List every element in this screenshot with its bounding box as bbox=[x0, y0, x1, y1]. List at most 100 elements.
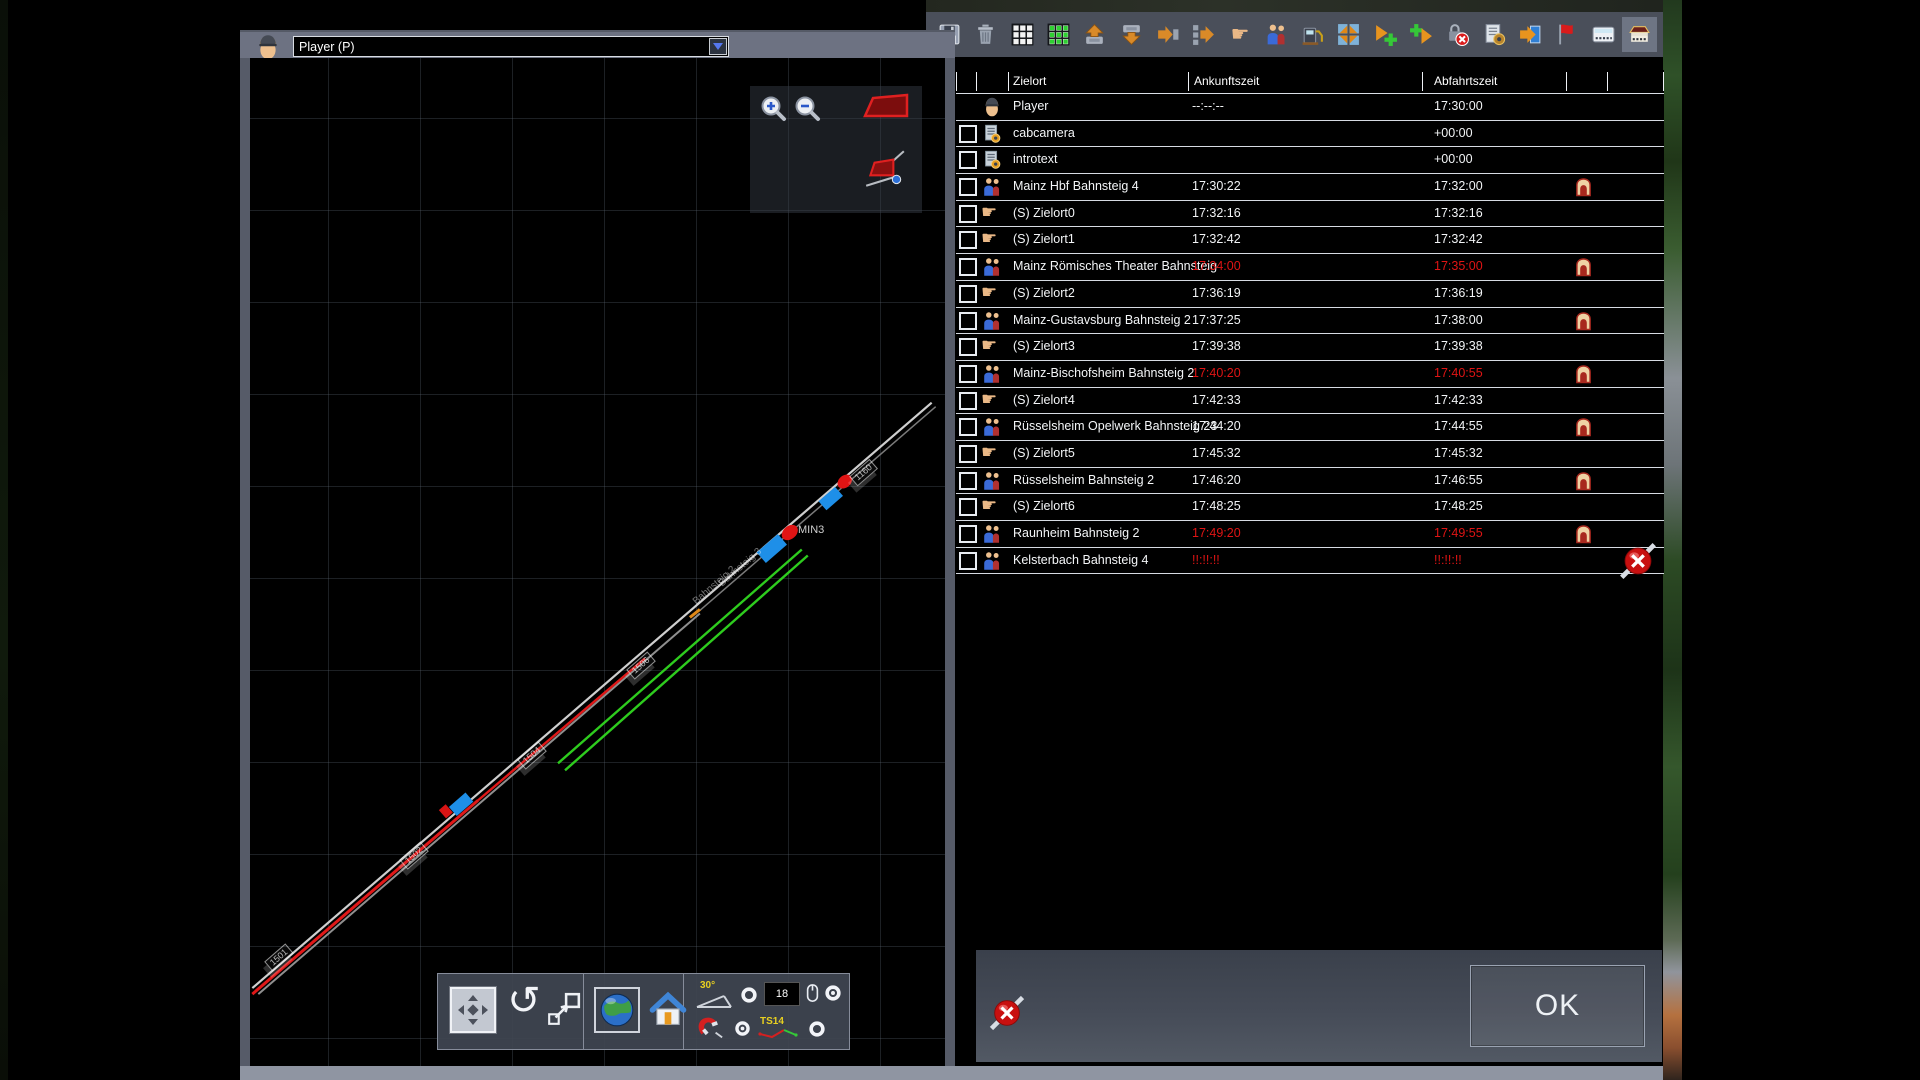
destination-label: introtext bbox=[1013, 147, 1057, 172]
bottom-bar: OK bbox=[976, 950, 1662, 1062]
timetable-row[interactable]: Mainz-Bischofsheim Bahnsteig 217:40:2017… bbox=[956, 361, 1664, 388]
destination-label: Raunheim Bahnsteig 2 bbox=[1013, 521, 1139, 546]
select-hand-icon[interactable]: ☛ bbox=[1227, 21, 1254, 48]
departure-time: 17:30:00 bbox=[1434, 94, 1483, 119]
arrival-time: 17:48:25 bbox=[1192, 494, 1241, 519]
pan-tool-button[interactable] bbox=[450, 987, 496, 1033]
delete-icon[interactable] bbox=[972, 21, 999, 48]
destination-label: (S) Zielort1 bbox=[1013, 227, 1075, 252]
home-view-button[interactable] bbox=[648, 990, 688, 1030]
row-checkbox[interactable] bbox=[959, 365, 977, 383]
departure-time: 17:48:25 bbox=[1434, 494, 1483, 519]
abort-icon[interactable] bbox=[986, 992, 1028, 1034]
timetable-row[interactable]: Kelsterbach Bahnsteig 4!!:!!:!!!!:!!:!! bbox=[956, 548, 1664, 575]
row-checkbox[interactable] bbox=[959, 552, 977, 570]
globe-view-button[interactable] bbox=[594, 987, 640, 1033]
timetable-row[interactable]: Mainz Römisches Theater Bahnsteig17:34:0… bbox=[956, 254, 1664, 281]
add-driver-icon[interactable] bbox=[1372, 21, 1399, 48]
insert-after-icon[interactable] bbox=[1154, 21, 1181, 48]
row-checkbox[interactable] bbox=[959, 205, 977, 223]
invalid-stop-icon[interactable] bbox=[1616, 539, 1660, 583]
waypoint-hand-icon: ☛ bbox=[981, 229, 1003, 251]
row-checkbox[interactable] bbox=[959, 312, 977, 330]
row-checkbox[interactable] bbox=[959, 178, 977, 196]
area-marker-edit-icon[interactable] bbox=[862, 148, 908, 190]
timetable-row[interactable]: ☛(S) Zielort217:36:1917:36:19 bbox=[956, 281, 1664, 308]
timetable-row[interactable]: introtext+00:00 bbox=[956, 147, 1664, 174]
add-service-icon[interactable] bbox=[1408, 21, 1435, 48]
game-world-top-strip bbox=[926, 0, 1663, 12]
timetable-row[interactable]: Mainz Hbf Bahnsteig 417:30:2217:32:00 bbox=[956, 174, 1664, 201]
ok-button[interactable]: OK bbox=[1470, 965, 1645, 1047]
flag-icon[interactable] bbox=[1553, 21, 1580, 48]
passengers-icon bbox=[981, 416, 1003, 438]
destination-label: Kelsterbach Bahnsteig 4 bbox=[1013, 548, 1149, 573]
timetable-row[interactable]: ☛(S) Zielort317:39:3817:39:38 bbox=[956, 334, 1664, 361]
destination-label: (S) Zielort0 bbox=[1013, 201, 1075, 226]
chevron-down-icon[interactable] bbox=[709, 38, 727, 55]
scenario-properties-icon[interactable] bbox=[1481, 21, 1508, 48]
insert-before-icon[interactable] bbox=[1190, 21, 1217, 48]
timetable-view-icon[interactable] bbox=[1590, 21, 1617, 48]
timetable-row[interactable]: ☛(S) Zielort617:48:2517:48:25 bbox=[956, 494, 1664, 521]
remove-lock-icon[interactable] bbox=[1444, 21, 1471, 48]
raise-terrain-icon[interactable] bbox=[1081, 21, 1108, 48]
row-checkbox[interactable] bbox=[959, 445, 977, 463]
destination-label: Mainz Hbf Bahnsteig 4 bbox=[1013, 174, 1139, 199]
gradient-label: 30° bbox=[700, 980, 715, 991]
consist-dropdown[interactable]: Player (P) bbox=[293, 36, 729, 57]
station-view-icon[interactable] bbox=[1626, 21, 1653, 48]
move-tool-button[interactable] bbox=[546, 991, 582, 1027]
row-checkbox[interactable] bbox=[959, 338, 977, 356]
timetable-row[interactable]: Rüsselsheim Bahnsteig 217:46:2017:46:55 bbox=[956, 468, 1664, 495]
row-checkbox[interactable] bbox=[959, 498, 977, 516]
zoom-in-icon[interactable] bbox=[758, 94, 788, 124]
grid-large-icon[interactable] bbox=[1045, 21, 1072, 48]
timetable-row[interactable]: Rüsselsheim Opelwerk Bahnsteig 2317:44:2… bbox=[956, 414, 1664, 441]
track-label: MIN3 bbox=[798, 524, 824, 536]
row-checkbox[interactable] bbox=[959, 125, 977, 143]
timetable-row[interactable]: ☛(S) Zielort517:45:3217:45:32 bbox=[956, 441, 1664, 468]
gradient-radio[interactable] bbox=[740, 986, 758, 1004]
passengers-icon bbox=[981, 363, 1003, 385]
departure-time: 17:46:55 bbox=[1434, 468, 1483, 493]
row-checkbox[interactable] bbox=[959, 392, 977, 410]
timetable-row[interactable]: Player--:--:--17:30:00 bbox=[956, 94, 1664, 121]
arrival-time: 17:44:20 bbox=[1192, 414, 1241, 439]
game-world-foliage-strip bbox=[1663, 0, 1682, 1080]
grid-small-icon[interactable] bbox=[1009, 21, 1036, 48]
ts-radio[interactable] bbox=[808, 1020, 826, 1038]
row-checkbox[interactable] bbox=[959, 151, 977, 169]
passengers-icon bbox=[981, 176, 1003, 198]
row-checkbox[interactable] bbox=[959, 258, 977, 276]
row-checkbox[interactable] bbox=[959, 525, 977, 543]
map-header-band: Player (P) bbox=[240, 30, 955, 58]
fuel-point-icon[interactable] bbox=[1299, 21, 1326, 48]
departure-time: !!:!!:!! bbox=[1434, 548, 1462, 573]
timetable-row[interactable]: ☛(S) Zielort417:42:3317:42:33 bbox=[956, 388, 1664, 415]
departure-time: +00:00 bbox=[1434, 121, 1473, 146]
timetable-row[interactable]: ☛(S) Zielort017:32:1617:32:16 bbox=[956, 201, 1664, 228]
snap-radio[interactable] bbox=[734, 1020, 751, 1037]
station-icon bbox=[1575, 257, 1592, 277]
timetable-row[interactable]: ☛(S) Zielort117:32:4217:32:42 bbox=[956, 227, 1664, 254]
timetable-header: Zielort Ankunftszeit Abfahrtszeit bbox=[956, 70, 1664, 94]
timetable-row[interactable]: Mainz-Gustavsburg Bahnsteig 217:37:2517:… bbox=[956, 308, 1664, 335]
center-view-icon[interactable] bbox=[1335, 21, 1362, 48]
rotate-tool-button[interactable]: ↺ bbox=[502, 983, 546, 1033]
ok-label: OK bbox=[1535, 989, 1580, 1023]
row-checkbox[interactable] bbox=[959, 231, 977, 249]
row-checkbox[interactable] bbox=[959, 472, 977, 490]
lower-terrain-icon[interactable] bbox=[1118, 21, 1145, 48]
enter-portal-icon[interactable] bbox=[1517, 21, 1544, 48]
row-checkbox[interactable] bbox=[959, 418, 977, 436]
timetable-row[interactable]: Raunheim Bahnsteig 217:49:2017:49:55 bbox=[956, 521, 1664, 548]
zoom-out-icon[interactable] bbox=[792, 94, 822, 124]
area-marker-icon[interactable] bbox=[860, 92, 912, 122]
timetable-row[interactable]: cabcamera+00:00 bbox=[956, 121, 1664, 148]
row-checkbox[interactable] bbox=[959, 285, 977, 303]
mouse-radio[interactable] bbox=[824, 984, 842, 1002]
track-map[interactable]: 15011502150415061160MIN3Bahnsteig 2Bahns… bbox=[250, 58, 945, 1080]
passengers-icon[interactable] bbox=[1263, 21, 1290, 48]
passengers-icon bbox=[981, 310, 1003, 332]
